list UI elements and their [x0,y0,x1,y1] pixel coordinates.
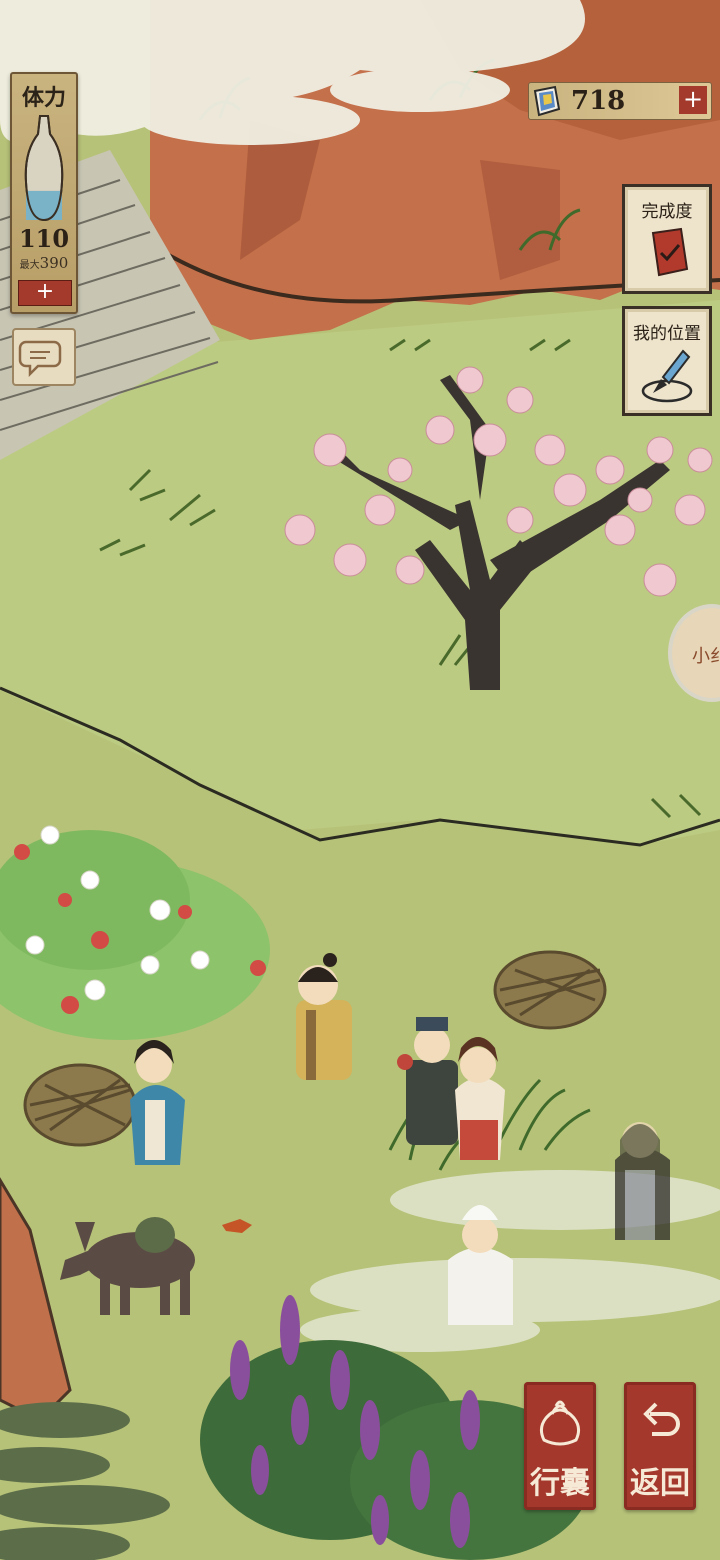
cloth-bundle-icon [539,1400,581,1446]
game-map-scene[interactable] [0,0,720,1560]
back-button[interactable]: 返回 [624,1382,696,1510]
my-location-button[interactable]: 我的位置 [622,306,712,416]
add-currency-button[interactable]: + [679,86,707,114]
stamina-max: 最大390 [12,254,76,272]
stamina-max-label: 最大 [19,260,40,271]
chat-bubbles-icon [18,340,62,378]
bag-button[interactable]: 行囊 [524,1382,596,1510]
return-arrow-icon [643,1402,680,1436]
stamina-fill [26,190,62,220]
stamina-max-value: 390 [39,254,69,272]
brush-icon [641,349,693,403]
completion-label: 完成度 [641,202,693,222]
edge-tab-label: 小纟 [692,646,720,667]
currency-value: 718 [571,86,626,116]
currency-bar: 718 + [528,82,712,120]
back-label: 返回 [630,1466,690,1501]
red-book-icon [651,227,689,277]
stamina-panel: 体力 110 最大390 + [10,72,78,314]
gem-icon [533,85,561,117]
stamina-title: 体力 [21,85,66,111]
add-stamina-button[interactable]: + [18,280,72,306]
bag-label: 行囊 [530,1466,590,1501]
chat-button[interactable] [12,328,76,386]
my-location-label: 我的位置 [633,324,701,344]
completion-button[interactable]: 完成度 [622,184,712,294]
stamina-value: 110 [18,224,70,253]
